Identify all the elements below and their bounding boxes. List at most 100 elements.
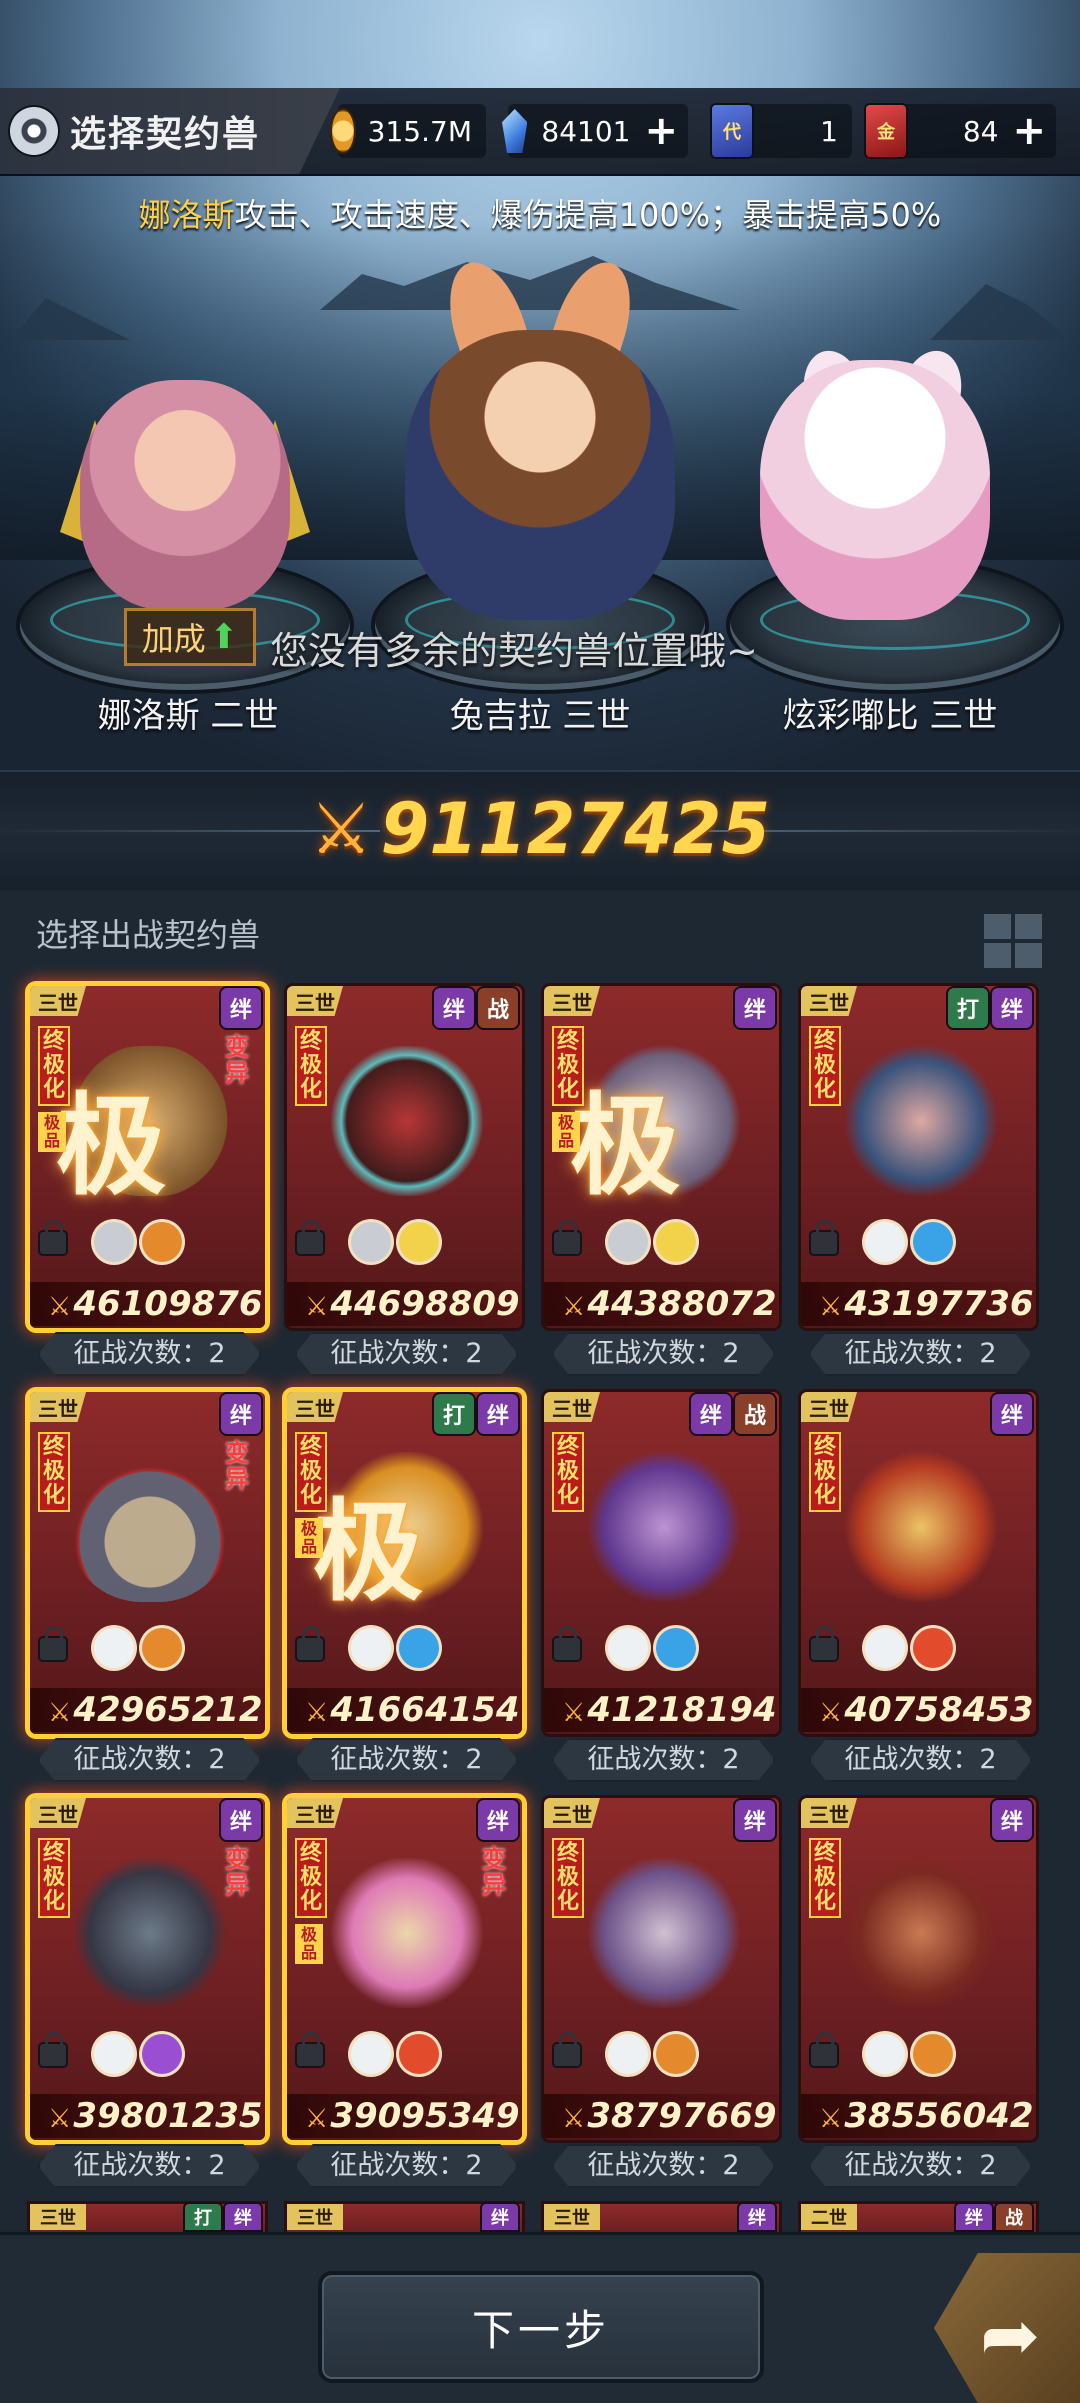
tag-group: 绊 <box>482 2204 518 2230</box>
element-icon <box>608 1628 648 1668</box>
expedition-count: 征战次数：2 <box>295 1332 518 1376</box>
pet-card-frame[interactable]: 三世 绊 终极化 变异 ⚔39801235 <box>30 1798 265 2140</box>
expedition-count: 征战次数：2 <box>38 2144 261 2188</box>
pet-card[interactable]: 三世 绊 终极化 变异 ⚔39801235 征战次数：2 <box>30 1798 265 2188</box>
pet-card[interactable]: 三世 绊 终极化 极品 变异 ⚔39095349 征战次数：2 <box>287 1798 522 2188</box>
lock-icon[interactable] <box>554 1626 580 1660</box>
lineup-name-2: 兔吉拉 三世 <box>449 696 631 736</box>
buff-text: 攻击、攻击速度、爆伤提高100%；暴击提高50% <box>234 196 942 234</box>
share-button[interactable]: ➦ <box>934 2253 1080 2403</box>
ultimate-label: 终极化 <box>552 1432 584 1512</box>
tag-ban: 绊 <box>482 2204 518 2230</box>
tag-ban: 绊 <box>992 1394 1032 1434</box>
ultimate-label: 终极化 <box>295 1838 327 1918</box>
tag-group: 绊 <box>221 988 261 1028</box>
pet-card[interactable]: 三世 绊战 终极化 ⚔41218194 征战次数：2 <box>544 1392 779 1782</box>
pet-power: ⚔41218194 <box>544 1688 779 1732</box>
tier-badge: 三世 <box>544 1392 600 1422</box>
pet-card-partial[interactable]: 三世 绊 <box>287 2204 522 2232</box>
ultimate-label: 终极化 <box>552 1838 584 1918</box>
lock-icon[interactable] <box>811 1626 837 1660</box>
jin-ticket-plus-button[interactable]: + <box>1012 111 1056 151</box>
crystal-plus-button[interactable]: + <box>644 111 688 151</box>
tag-ban: 绊 <box>735 1800 775 1840</box>
pet-card-frame[interactable]: 三世 绊战 终极化 ⚔44698809 <box>287 986 522 1328</box>
tag-group: 绊 <box>735 988 775 1028</box>
pet-dubi[interactable] <box>760 360 990 620</box>
pet-card-frame[interactable]: 三世 绊战 终极化 ⚔41218194 <box>544 1392 779 1734</box>
pet-card-partial[interactable]: 二世 绊战 <box>801 2204 1036 2232</box>
tier-badge: 三世 <box>287 2204 343 2230</box>
element-icon <box>142 1628 182 1668</box>
lock-icon[interactable] <box>811 1220 837 1254</box>
ji-glyph: 极 <box>56 1082 166 1210</box>
pet-card-frame[interactable]: 三世 绊 终极化 极品 变异 ⚔39095349 <box>287 1798 522 2140</box>
expedition-count: 征战次数：2 <box>809 1332 1032 1376</box>
pet-power: ⚔39095349 <box>287 2094 522 2138</box>
lock-icon[interactable] <box>297 1626 323 1660</box>
pet-list[interactable]: 选择出战契约兽 三世 绊 极 终极化 极品 变异 ⚔46109876 征战次数：… <box>0 890 1080 2230</box>
mutation-label: 变异 <box>225 1033 249 1087</box>
lock-icon[interactable] <box>811 2032 837 2066</box>
pet-card-frame[interactable]: 三世 绊 终极化 ⚔38797669 <box>544 1798 779 2140</box>
tag-da: 打 <box>185 2204 221 2230</box>
pet-tujila[interactable] <box>405 330 675 620</box>
pet-card[interactable]: 三世 打绊 终极化 ⚔43197736 征战次数：2 <box>801 986 1036 1376</box>
ultimate-label: 终极化 <box>809 1026 841 1106</box>
tag-ban: 绊 <box>221 1800 261 1840</box>
pet-card-partial[interactable]: 三世 绊 <box>544 2204 779 2232</box>
pet-power: ⚔41664154 <box>287 1688 522 1732</box>
pet-card[interactable]: 三世 绊 极 终极化 极品 ⚔44388072 征战次数：2 <box>544 986 779 1376</box>
pet-card-frame[interactable]: 三世 绊 极 终极化 极品 ⚔44388072 <box>544 986 779 1328</box>
pet-card-frame[interactable]: 三世 绊 终极化 ⚔40758453 <box>801 1392 1036 1734</box>
ultimate-label: 终极化 <box>295 1026 327 1106</box>
ultimate-label: 终极化 <box>38 1026 70 1106</box>
pet-card[interactable]: 三世 绊 终极化 ⚔38797669 征战次数：2 <box>544 1798 779 2188</box>
next-step-button[interactable]: 下一步 <box>318 2271 764 2383</box>
swirl-icon[interactable] <box>10 107 58 155</box>
pet-card[interactable]: 三世 绊 终极化 ⚔40758453 征战次数：2 <box>801 1392 1036 1782</box>
pet-card-partial[interactable]: 三世 打绊 <box>30 2204 265 2232</box>
tier-badge: 三世 <box>30 2204 86 2230</box>
lock-icon[interactable] <box>40 1626 66 1660</box>
element-icon <box>913 1628 953 1668</box>
lineup-name-1: 娜洛斯 二世 <box>97 696 279 736</box>
ultimate-label: 终极化 <box>295 1432 327 1512</box>
lock-icon[interactable] <box>40 1220 66 1254</box>
tag-ban: 绊 <box>221 1394 261 1434</box>
pet-card-frame[interactable]: 三世 绊 终极化 ⚔38556042 <box>801 1798 1036 2140</box>
lock-icon[interactable] <box>297 1220 323 1254</box>
pet-portrait <box>327 1858 487 2008</box>
pet-card[interactable]: 三世 绊 极 终极化 极品 变异 ⚔46109876 征战次数：2 <box>30 986 265 1376</box>
element-icon <box>94 2034 134 2074</box>
tag-ban: 绊 <box>434 988 474 1028</box>
tier-badge: 二世 <box>801 2204 857 2230</box>
pet-card[interactable]: 三世 打绊 极 终极化 极品 ⚔41664154 征战次数：2 <box>287 1392 522 1782</box>
lock-icon[interactable] <box>40 2032 66 2066</box>
share-arrow-icon: ➦ <box>980 2293 1041 2377</box>
grid-view-icon[interactable] <box>984 914 1042 968</box>
bonus-badge: 加成 ⬆ <box>124 608 256 666</box>
lock-icon[interactable] <box>554 2032 580 2066</box>
pet-card-frame[interactable]: 三世 打绊 极 终极化 极品 ⚔41664154 <box>287 1392 522 1734</box>
pet-card[interactable]: 三世 绊战 终极化 ⚔44698809 征战次数：2 <box>287 986 522 1376</box>
tag-ban: 绊 <box>225 2204 261 2230</box>
pet-portrait <box>841 1452 1001 1602</box>
pet-card[interactable]: 三世 绊 终极化 变异 ⚔42965212 征战次数：2 <box>30 1392 265 1782</box>
title-area: 选择契约兽 <box>0 88 340 174</box>
tier-badge: 三世 <box>30 986 86 1016</box>
pet-nalosi[interactable] <box>80 380 290 610</box>
pet-card-frame[interactable]: 三世 绊 终极化 变异 ⚔42965212 <box>30 1392 265 1734</box>
pet-card-frame[interactable]: 三世 打绊 终极化 ⚔43197736 <box>801 986 1036 1328</box>
pet-power: ⚔40758453 <box>801 1688 1036 1732</box>
element-icon <box>608 1222 648 1262</box>
lock-icon[interactable] <box>297 2032 323 2066</box>
pet-power: ⚔38797669 <box>544 2094 779 2138</box>
expedition-count: 征战次数：2 <box>809 2144 1032 2188</box>
tag-group: 绊 <box>992 1800 1032 1840</box>
lock-icon[interactable] <box>554 1220 580 1254</box>
tag-da: 打 <box>948 988 988 1028</box>
pet-card-frame[interactable]: 三世 绊 极 终极化 极品 变异 ⚔46109876 <box>30 986 265 1328</box>
pet-card[interactable]: 三世 绊 终极化 ⚔38556042 征战次数：2 <box>801 1798 1036 2188</box>
mutation-label: 变异 <box>482 1845 506 1899</box>
